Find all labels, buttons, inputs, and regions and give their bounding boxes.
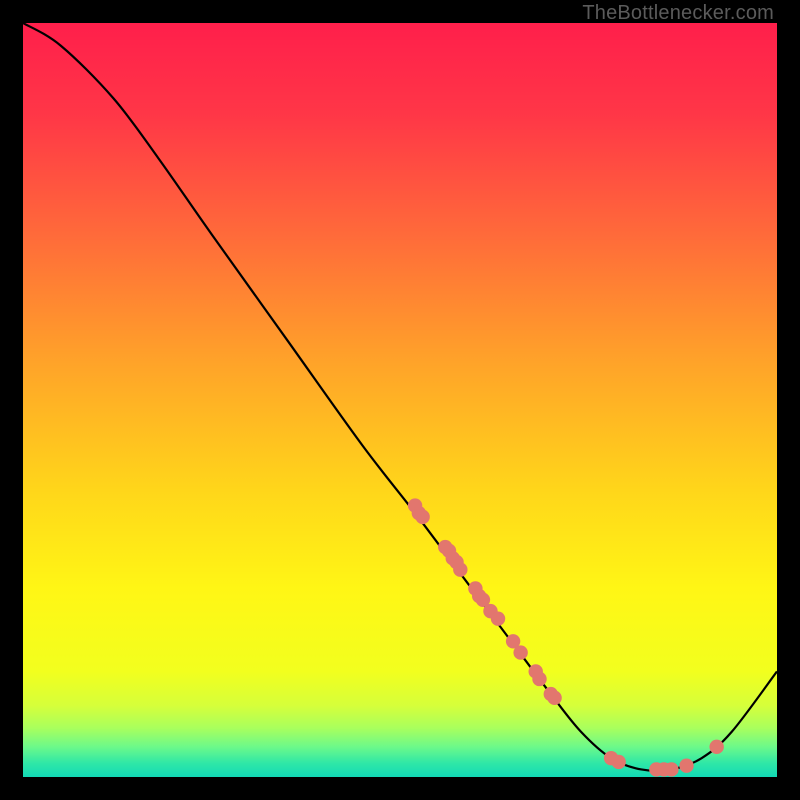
data-marker	[415, 510, 429, 524]
data-marker	[491, 611, 505, 625]
data-marker	[709, 740, 723, 754]
data-marker	[532, 672, 546, 686]
data-marker	[679, 758, 693, 772]
data-marker	[664, 762, 678, 776]
chart-frame	[23, 23, 777, 777]
attribution-text: TheBottlenecker.com	[582, 2, 774, 25]
data-marker	[547, 691, 561, 705]
chart-svg	[23, 23, 777, 777]
data-marker	[453, 562, 467, 576]
data-marker	[513, 645, 527, 659]
data-marker	[611, 755, 625, 769]
gradient-background	[23, 23, 777, 777]
